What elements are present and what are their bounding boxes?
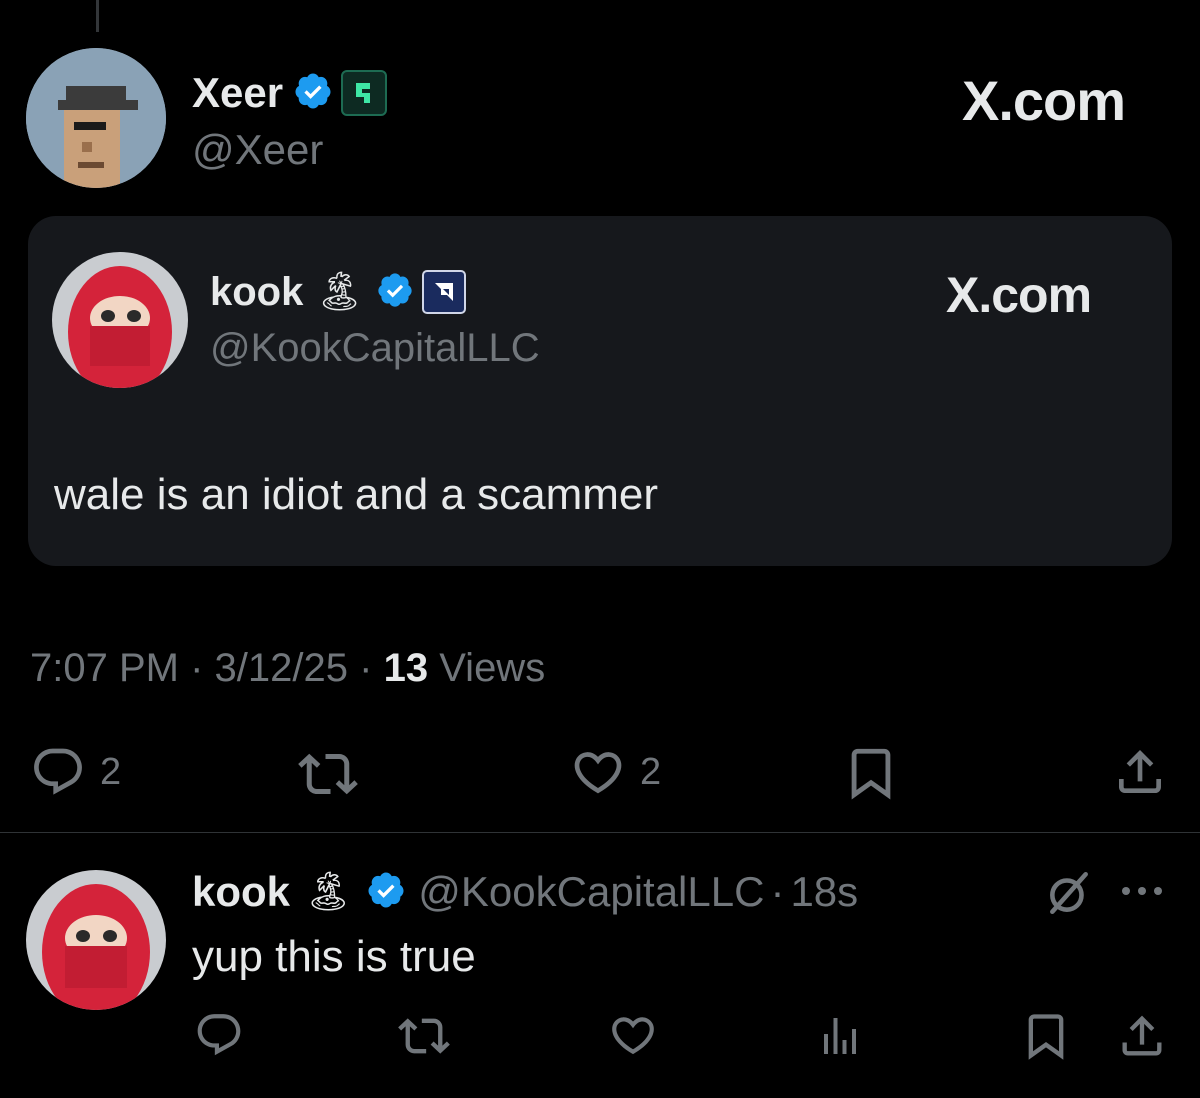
avatar-kook-reply[interactable]	[26, 870, 166, 1010]
thread-line	[96, 0, 99, 32]
reply-reply-button[interactable]	[194, 1010, 244, 1060]
verified-icon	[293, 71, 333, 116]
reply-author-handle[interactable]: @KookCapitalLLC	[418, 868, 764, 916]
views-label: Views	[439, 646, 546, 690]
reply-icon	[197, 1014, 241, 1056]
reply-time[interactable]: 18s	[790, 868, 858, 916]
reply-count: 2	[100, 750, 122, 793]
like-count: 2	[640, 750, 662, 793]
share-icon	[1119, 750, 1161, 793]
affiliate-badge-icon	[341, 70, 388, 116]
divider	[0, 832, 1200, 833]
bookmark-button[interactable]	[842, 744, 900, 802]
tweet-time[interactable]: 7:07 PM	[30, 646, 179, 690]
quoted-tweet-text: wale is an idiot and a scammer	[54, 470, 659, 519]
avatar-kook[interactable]	[52, 252, 188, 388]
bookmark-icon	[1028, 1014, 1064, 1060]
grok-icon	[1050, 871, 1088, 915]
quoted-author-handle[interactable]: @KookCapitalLLC	[210, 326, 540, 371]
bookmark-icon	[851, 748, 891, 800]
quoted-author-name[interactable]: kook	[210, 270, 303, 315]
share-icon	[1122, 1015, 1162, 1056]
reply-views-button[interactable]	[816, 1012, 864, 1060]
reply-button[interactable]: 2	[30, 744, 121, 800]
more-icon	[1122, 887, 1162, 895]
more-button[interactable]	[1118, 884, 1166, 903]
like-icon	[574, 752, 622, 794]
island-emoji: 🏝	[304, 871, 353, 913]
reply-icon	[34, 748, 82, 795]
retweet-button[interactable]	[298, 744, 358, 804]
views-count: 13	[383, 646, 429, 690]
verified-icon	[376, 271, 414, 314]
author-handle[interactable]: @Xeer	[192, 126, 323, 174]
verified-icon	[366, 870, 406, 915]
share-button[interactable]	[1112, 744, 1168, 800]
tweet-meta: 7:07 PM · 3/12/25 · 13 Views	[30, 646, 546, 690]
grok-button[interactable]	[1044, 868, 1094, 923]
quoted-tweet-card[interactable]: kook 🏝 @KookCapitalLLC X.com wale is an …	[28, 216, 1172, 566]
reply-author-name[interactable]: kook	[192, 868, 290, 916]
reply-retweet-button[interactable]	[398, 1010, 450, 1062]
reply-bookmark-button[interactable]	[1020, 1010, 1072, 1062]
avatar-xeer[interactable]	[26, 48, 166, 188]
views-icon	[824, 1018, 856, 1054]
island-emoji: 🏝	[315, 271, 364, 313]
retweet-icon	[398, 1018, 450, 1054]
author-name[interactable]: Xeer	[192, 69, 283, 117]
x-com-watermark: X.com	[946, 267, 1092, 323]
reply-share-button[interactable]	[1116, 1010, 1168, 1062]
affiliate-badge-icon	[421, 270, 466, 314]
like-button[interactable]: 2	[570, 744, 661, 800]
retweet-icon	[298, 753, 358, 795]
x-com-watermark: X.com	[962, 69, 1126, 132]
reply-text: yup this is true	[192, 932, 476, 981]
like-icon	[612, 1017, 654, 1055]
reply-like-button[interactable]	[608, 1010, 658, 1060]
tweet-date[interactable]: 3/12/25	[215, 646, 348, 690]
